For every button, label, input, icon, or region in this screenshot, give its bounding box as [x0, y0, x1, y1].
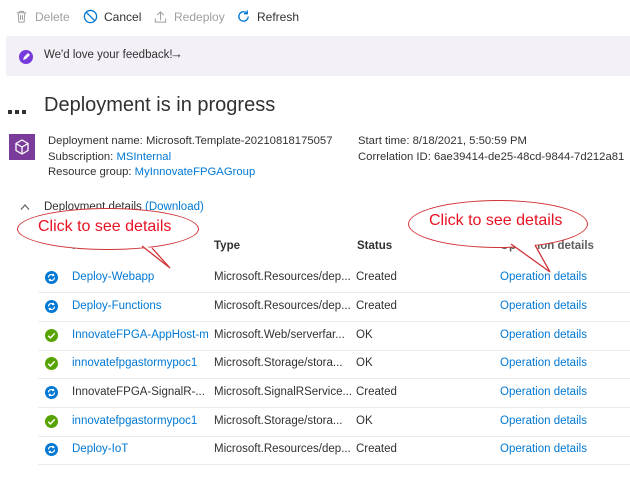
subscription-label: Subscription:	[48, 151, 114, 163]
upload-icon	[154, 11, 167, 23]
operation-details-link[interactable]: Operation details	[500, 386, 587, 398]
resource-name[interactable]: innovatefpgastormypoc1	[72, 415, 208, 427]
refresh-button[interactable]: Refresh	[236, 9, 299, 24]
deployment-icon	[9, 134, 35, 160]
redeploy-button[interactable]: Redeploy	[153, 9, 225, 24]
cancel-icon	[83, 9, 98, 24]
resource-type: Microsoft.Resources/dep...	[214, 443, 351, 455]
resource-type: Microsoft.Storage/stora...	[214, 415, 343, 427]
callout-right-text: Click to see details	[429, 212, 563, 229]
delete-button[interactable]: Delete	[14, 9, 70, 24]
feedback-icon	[19, 50, 33, 64]
delete-label: Delete	[35, 9, 70, 24]
table-row: innovatefpgastormypoc1 Microsoft.Storage/…	[38, 350, 630, 379]
table-row: Deploy-Functions Microsoft.Resources/dep.…	[38, 293, 630, 322]
resource-name[interactable]: Deploy-Functions	[72, 300, 208, 312]
resource-type: Microsoft.Resources/dep...	[214, 300, 351, 312]
column-type: Type	[214, 240, 240, 252]
operation-details-link[interactable]: Operation details	[500, 300, 587, 312]
table-row: innovatefpgastormypoc1 Microsoft.Storage/…	[38, 408, 630, 437]
resource-name[interactable]: Deploy-IoT	[72, 443, 208, 455]
status-text: Created	[356, 271, 397, 283]
subscription: Subscription: MSInternal	[48, 151, 171, 163]
deployment-name: Deployment name: Microsoft.Template-2021…	[48, 135, 333, 147]
resource-group: Resource group: MyInnovateFPGAGroup	[48, 166, 255, 178]
cancel-button[interactable]: Cancel	[83, 9, 141, 24]
chevron-up-icon[interactable]	[20, 203, 30, 214]
resource-group-link[interactable]: MyInnovateFPGAGroup	[135, 166, 256, 178]
table-row: Deploy-IoT Microsoft.Resources/dep... Crea…	[38, 436, 630, 465]
status-text: OK	[356, 357, 373, 369]
operation-details-link[interactable]: Operation details	[500, 357, 587, 369]
callout-left-text: Click to see details	[38, 218, 172, 235]
check-icon	[45, 329, 58, 342]
trash-icon	[16, 10, 27, 23]
correlation-id-label: Correlation ID:	[358, 151, 431, 163]
status-text: Created	[356, 386, 397, 398]
resource-type: Microsoft.Web/serverfar...	[214, 329, 345, 341]
column-status: Status	[357, 240, 393, 252]
callout-left-pointer	[141, 245, 171, 269]
refresh-label: Refresh	[257, 9, 300, 24]
redeploy-label: Redeploy	[174, 9, 225, 24]
correlation-id-value: 6ae39414-de25-48cd-9844-7d212a81	[433, 151, 625, 163]
check-icon	[45, 357, 58, 370]
refresh-icon	[238, 10, 249, 22]
resource-name[interactable]: InnovateFPGA-AppHost-m	[72, 329, 208, 341]
sync-icon	[45, 443, 58, 456]
table-row: InnovateFPGA-SignalR-... Microsoft.Signal…	[38, 379, 630, 408]
deployment-name-value: Microsoft.Template-20210818175057	[145, 135, 333, 147]
status-text: OK	[356, 415, 373, 427]
page-title: Deployment is in progress	[44, 94, 276, 116]
sync-icon	[45, 386, 58, 399]
arrow-right-icon[interactable]: →	[170, 46, 183, 61]
feedback-text[interactable]: We'd love your feedback!	[44, 49, 173, 61]
sync-icon	[45, 271, 58, 284]
resource-type: Microsoft.Storage/stora...	[214, 357, 343, 369]
check-icon	[45, 415, 58, 428]
resource-name: InnovateFPGA-SignalR-...	[72, 386, 205, 398]
operation-details-link[interactable]: Operation details	[500, 329, 587, 341]
resource-type: Microsoft.Resources/dep...	[214, 271, 351, 283]
in-progress-icon	[8, 105, 29, 117]
start-time-value: 8/18/2021, 5:50:59 PM	[412, 135, 527, 147]
status-text: OK	[356, 329, 373, 341]
status-text: Created	[356, 443, 397, 455]
operation-details-link[interactable]: Operation details	[500, 415, 587, 427]
operation-details-link[interactable]: Operation details	[500, 443, 587, 455]
callout-right-pointer	[510, 243, 551, 273]
subscription-link[interactable]: MSInternal	[116, 151, 171, 163]
resource-group-label: Resource group:	[48, 166, 132, 178]
start-time-label: Start time:	[358, 135, 410, 147]
start-time: Start time: 8/18/2021, 5:50:59 PM	[358, 135, 527, 147]
status-text: Created	[356, 300, 397, 312]
resource-type: Microsoft.SignalRService...	[214, 386, 351, 398]
deployment-name-label: Deployment name:	[48, 135, 143, 147]
sync-icon	[45, 300, 58, 313]
cancel-label: Cancel	[104, 9, 142, 24]
correlation-id: Correlation ID: 6ae39414-de25-48cd-9844-…	[358, 151, 624, 163]
resource-name[interactable]: innovatefpgastormypoc1	[72, 357, 208, 369]
table-row: InnovateFPGA-AppHost-m Microsoft.Web/serv…	[38, 322, 630, 351]
